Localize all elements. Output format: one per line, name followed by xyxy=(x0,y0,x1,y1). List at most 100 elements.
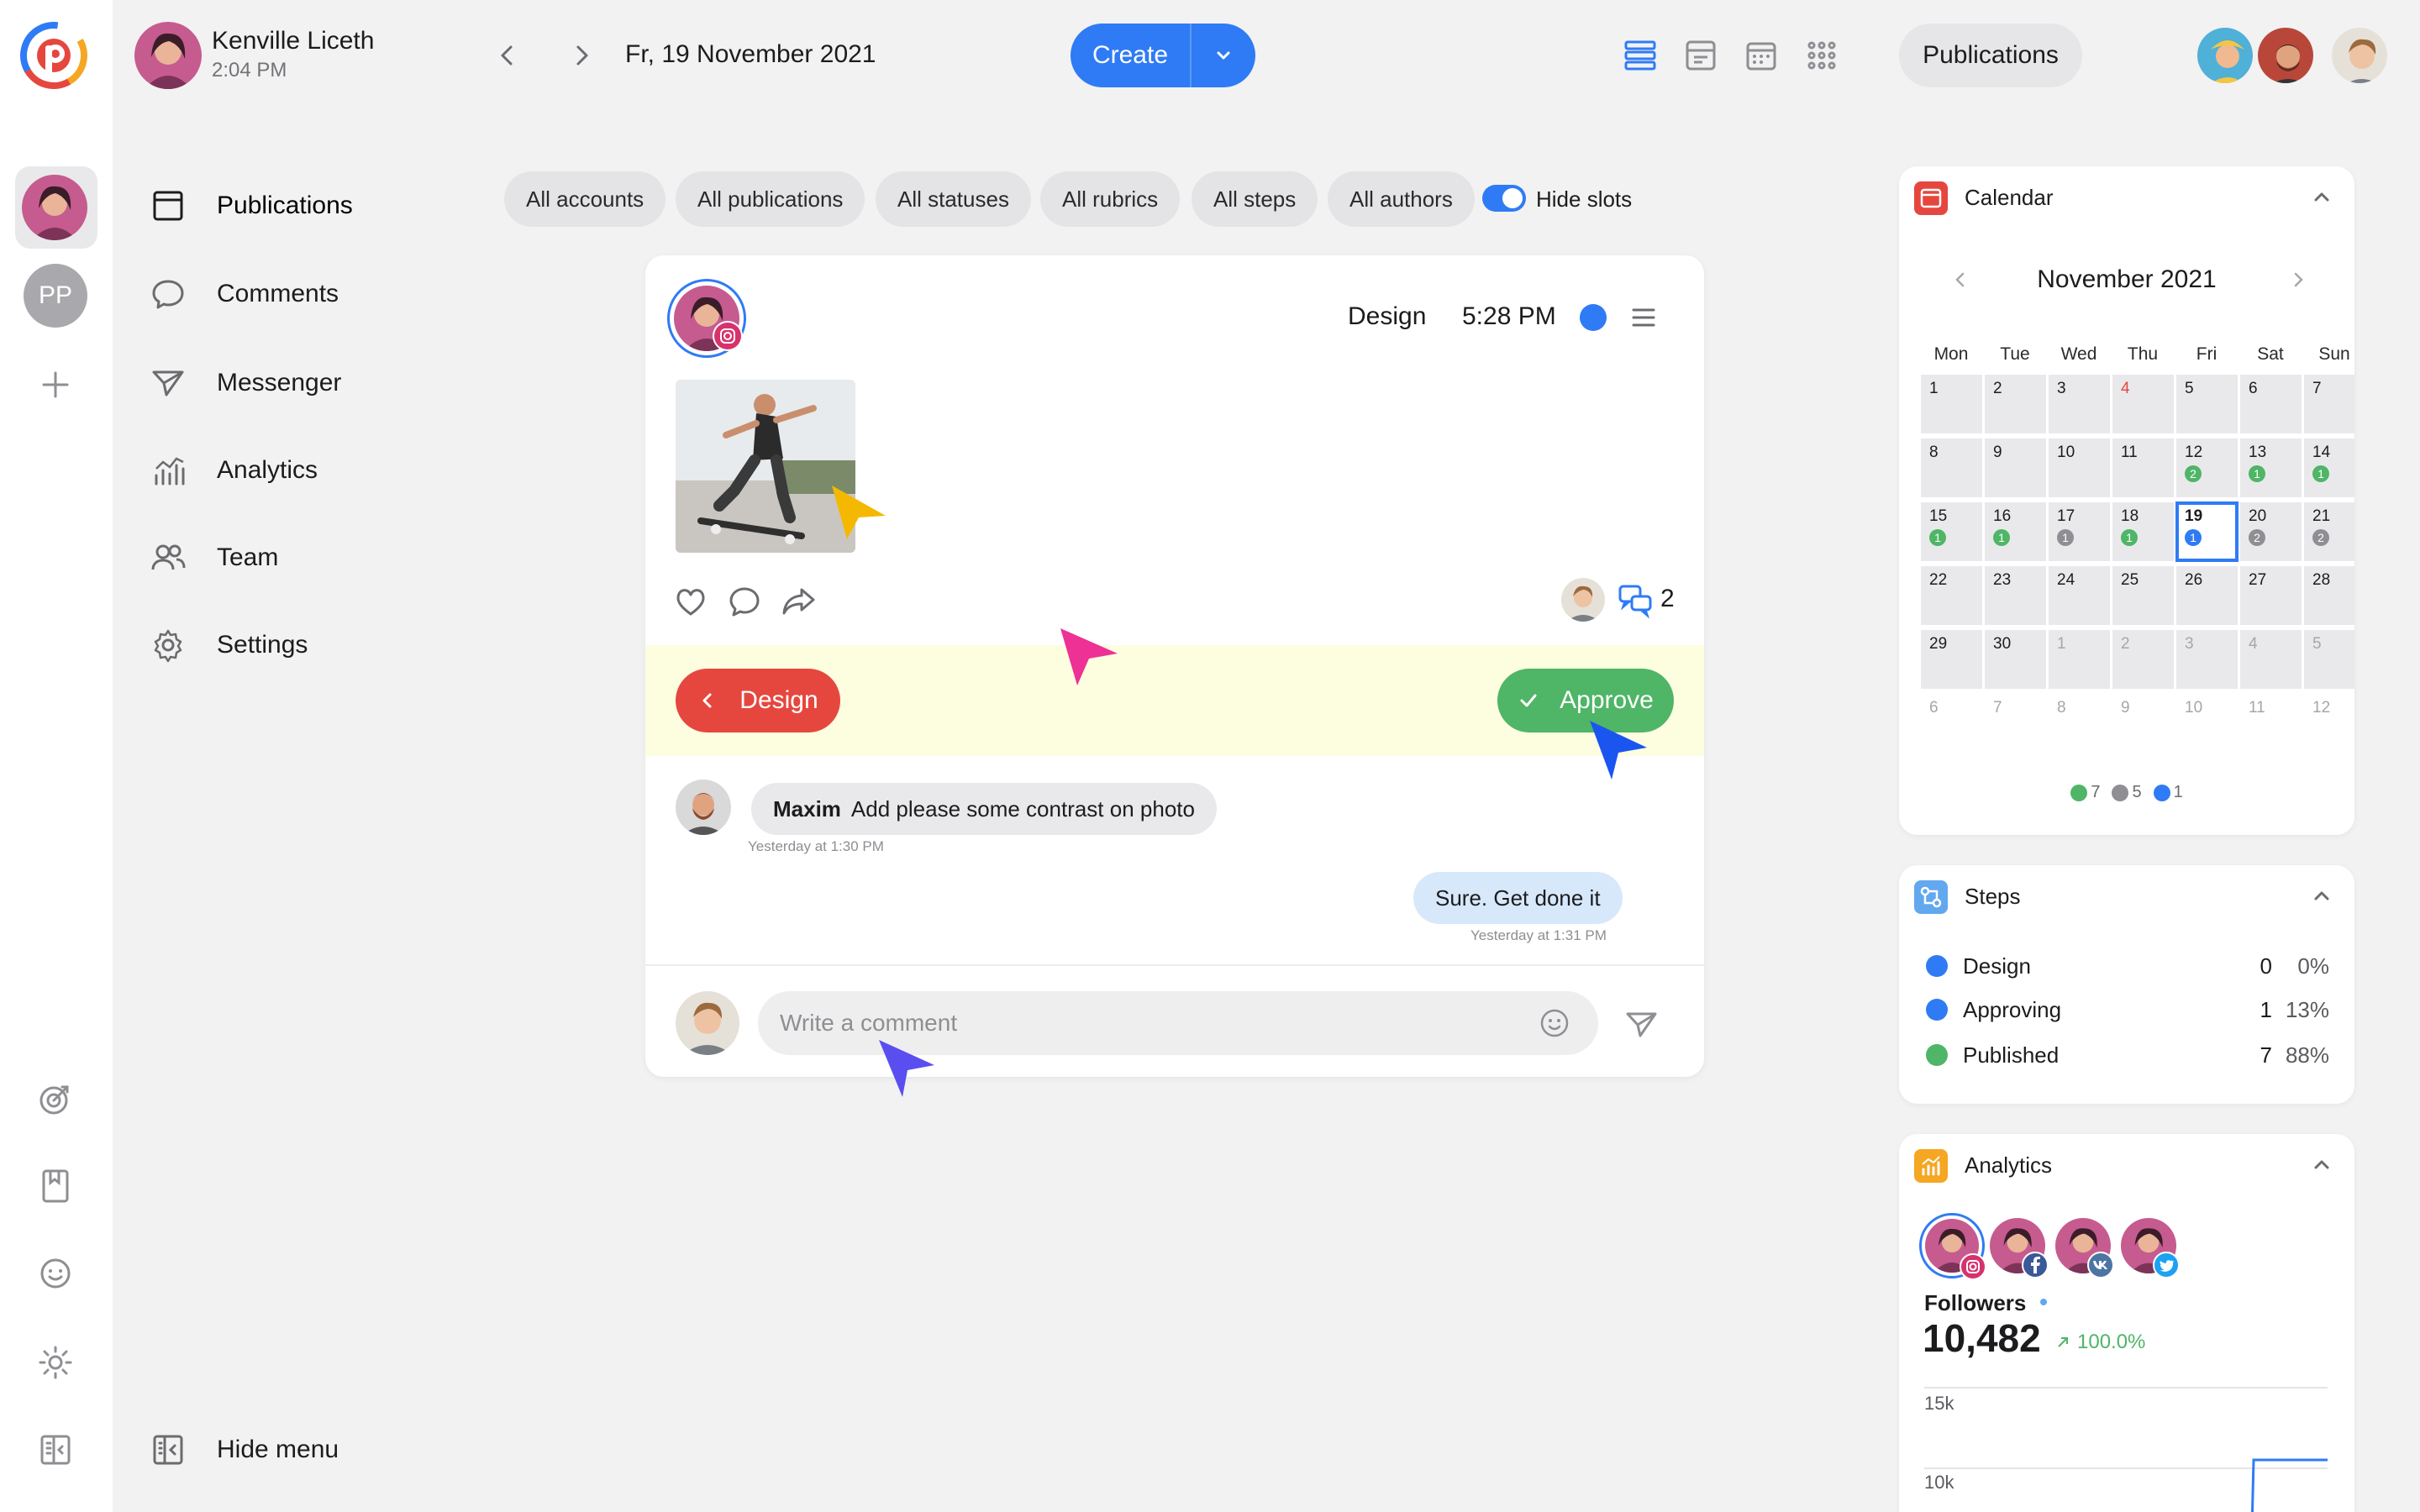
smile-icon[interactable] xyxy=(35,1253,76,1294)
menu-item-comments[interactable]: Comments xyxy=(150,270,339,318)
chevron-up-icon[interactable] xyxy=(2309,884,2334,909)
workspace-pp-avatar[interactable]: PP xyxy=(24,264,87,328)
filter-statuses[interactable]: All statuses xyxy=(876,171,1031,227)
calendar-day-cell[interactable]: 28 xyxy=(2304,566,2354,625)
arrow-up-right-icon xyxy=(2058,1337,2068,1347)
menu-item-analytics[interactable]: Analytics xyxy=(150,447,318,494)
calendar-day-cell[interactable]: 11 xyxy=(2240,694,2302,753)
create-button[interactable]: Create xyxy=(1071,24,1255,87)
menu-icon[interactable] xyxy=(1627,301,1660,334)
menu-item-settings[interactable]: Settings xyxy=(150,622,308,669)
menu-item-publications[interactable]: Publications xyxy=(150,182,353,229)
add-workspace-icon[interactable] xyxy=(37,366,74,403)
calendar-day-cell[interactable]: 24 xyxy=(2049,566,2110,625)
calendar-day-cell[interactable]: 3 xyxy=(2049,375,2110,433)
next-month-icon[interactable] xyxy=(2286,267,2311,292)
calendar-day-cell[interactable]: 8 xyxy=(1921,438,1982,497)
calendar-day-cell[interactable]: 10 xyxy=(2049,438,2110,497)
calendar-day-cell[interactable]: 10 xyxy=(2176,694,2238,753)
sidebar-toggle-icon[interactable] xyxy=(35,1430,76,1470)
prev-date-icon[interactable] xyxy=(491,39,524,72)
back-to-design-button[interactable]: Design xyxy=(676,669,840,732)
step-row-published[interactable]: Published 7 88% xyxy=(1926,1038,2329,1072)
calendar-day-cell[interactable]: 22 xyxy=(1921,566,1982,625)
current-date[interactable]: Fr, 19 November 2021 xyxy=(625,40,876,69)
calendar-day-cell[interactable]: 6 xyxy=(1921,694,1982,753)
like-heart-icon[interactable] xyxy=(672,583,709,620)
step-row-design[interactable]: Design 0 0% xyxy=(1926,949,2329,983)
team-member-avatar[interactable] xyxy=(2255,25,2316,86)
calendar-day-cell[interactable]: 7 xyxy=(2304,375,2354,433)
team-member-avatar[interactable] xyxy=(2195,25,2255,86)
calendar-day-cell[interactable]: 7 xyxy=(1985,694,2046,753)
calendar-day-cell[interactable]: 6 xyxy=(2240,375,2302,433)
emoji-icon[interactable] xyxy=(1538,1006,1571,1040)
calendar-day-cell[interactable]: 11 xyxy=(2112,438,2174,497)
chevron-up-icon[interactable] xyxy=(2309,1152,2334,1178)
calendar-day-cell[interactable]: 4 xyxy=(2112,375,2174,433)
filter-steps[interactable]: All steps xyxy=(1192,171,1318,227)
filter-publications[interactable]: All publications xyxy=(676,171,865,227)
calendar-day-cell[interactable]: 2 xyxy=(1985,375,2046,433)
calendar-day-cell[interactable]: 4 xyxy=(2240,630,2302,689)
team-member-avatar[interactable] xyxy=(2329,25,2390,86)
brightness-icon[interactable] xyxy=(35,1342,76,1383)
target-icon[interactable] xyxy=(35,1079,76,1119)
current-user-avatar[interactable] xyxy=(134,22,202,89)
menu-item-team[interactable]: Team xyxy=(150,534,278,581)
hide-menu-button[interactable]: Hide menu xyxy=(150,1426,339,1473)
app-logo-icon[interactable] xyxy=(20,22,87,89)
calendar-day-cell[interactable]: 5 xyxy=(2304,630,2354,689)
calendar-day-cell[interactable]: 21 2 xyxy=(2304,502,2354,561)
comments-count-icon[interactable] xyxy=(1617,581,1654,618)
step-row-approving[interactable]: Approving 1 13% xyxy=(1926,993,2329,1026)
calendar-day-cell[interactable]: 15 1 xyxy=(1921,502,1982,561)
calendar-day-cell[interactable]: 23 xyxy=(1985,566,2046,625)
comment-author[interactable]: Maxim xyxy=(773,796,841,822)
calendar-day-cell[interactable]: 14 1 xyxy=(2304,438,2354,497)
chevron-up-icon[interactable] xyxy=(2309,185,2334,210)
commenter-avatar[interactable] xyxy=(676,780,731,835)
send-icon[interactable] xyxy=(1623,1006,1659,1042)
calendar-day-cell[interactable]: 9 xyxy=(2112,694,2174,753)
calendar-day-cell[interactable]: 29 xyxy=(1921,630,1982,689)
filter-authors[interactable]: All authors xyxy=(1328,171,1475,227)
comment-icon[interactable] xyxy=(726,583,763,620)
calendar-day-cell[interactable]: 30 xyxy=(1985,630,2046,689)
calendar-day-cell[interactable]: 25 xyxy=(2112,566,2174,625)
calendar-day-cell[interactable]: 8 xyxy=(2049,694,2110,753)
calendar-day-cell[interactable]: 13 1 xyxy=(2240,438,2302,497)
post-step-label: Design xyxy=(1348,302,1427,330)
calendar-day-cell[interactable]: 12 2 xyxy=(2176,438,2238,497)
calendar-day-cell[interactable]: 17 1 xyxy=(2049,502,2110,561)
share-icon[interactable] xyxy=(780,583,817,620)
filter-rubrics[interactable]: All rubrics xyxy=(1040,171,1181,227)
calendar-day-cell[interactable]: 27 xyxy=(2240,566,2302,625)
calendar-day-cell[interactable]: 3 xyxy=(2176,630,2238,689)
calendar-day-cell[interactable]: 12 xyxy=(2304,694,2354,753)
calendar-day-cell[interactable]: 18 1 xyxy=(2112,502,2174,561)
workspace-avatar[interactable] xyxy=(22,175,87,240)
grid-view-icon[interactable] xyxy=(1802,35,1842,76)
calendar-day-cell[interactable]: 2 xyxy=(2112,630,2174,689)
step-count: 1 xyxy=(2260,996,2272,1022)
calendar-day-cell[interactable]: 5 xyxy=(2176,375,2238,433)
hide-slots-toggle[interactable] xyxy=(1482,185,1526,212)
filter-accounts[interactable]: All accounts xyxy=(504,171,666,227)
calendar-view-icon[interactable] xyxy=(1741,35,1781,76)
feed-view-icon[interactable] xyxy=(1681,35,1721,76)
menu-item-messenger[interactable]: Messenger xyxy=(150,360,341,407)
calendar-day-cell[interactable]: 9 xyxy=(1985,438,2046,497)
next-date-icon[interactable] xyxy=(565,39,598,72)
calendar-day-cell[interactable]: 20 2 xyxy=(2240,502,2302,561)
calendar-day-cell[interactable]: 1 xyxy=(2049,630,2110,689)
calendar-day-cell[interactable]: 16 1 xyxy=(1985,502,2046,561)
bookmark-book-icon[interactable] xyxy=(35,1166,76,1206)
list-view-icon[interactable] xyxy=(1620,35,1660,76)
calendar-day-cell[interactable]: 1 xyxy=(1921,375,1982,433)
calendar-day-cell[interactable]: 26 xyxy=(2176,566,2238,625)
assignee-avatar[interactable] xyxy=(1561,578,1605,622)
calendar-day-cell[interactable]: 19 1 xyxy=(2175,501,2238,562)
publications-pill-button[interactable]: Publications xyxy=(1899,24,2082,87)
create-dropdown[interactable] xyxy=(1192,43,1255,68)
